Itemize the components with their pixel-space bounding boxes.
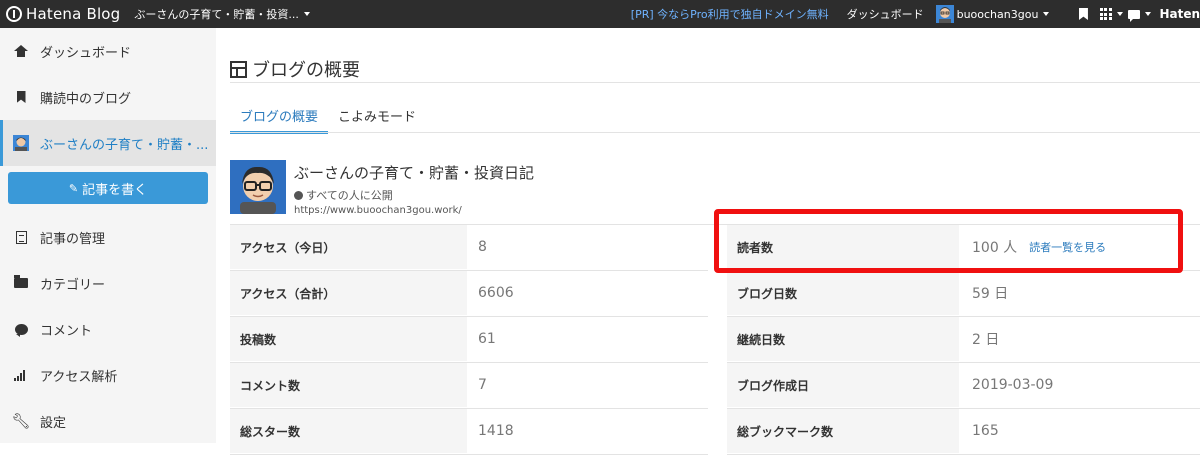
write-article-button[interactable]: ✎ 記事を書く (8, 172, 208, 204)
stat-label: アクセス（今日） (230, 225, 467, 269)
page-title-text: ブログの概要 (252, 60, 360, 81)
sidebar-item-settings[interactable]: 🔧︎ 設定 (0, 398, 216, 444)
globe-icon (294, 190, 303, 200)
comment-icon (14, 323, 28, 337)
stat-label: アクセス（合計） (230, 271, 467, 315)
apps-grid-icon (1099, 8, 1112, 20)
hatena-logo-icon (6, 6, 22, 22)
user-avatar (935, 5, 954, 23)
sidebar-item-articles[interactable]: 記事の管理 (0, 214, 216, 260)
stat-value: 2 日 (972, 332, 1000, 348)
table-row: 投稿数 61 継続日数 2 日 (230, 317, 1200, 363)
caret-down-icon (1144, 12, 1151, 16)
stat-label: 継続日数 (727, 317, 959, 361)
sidebar-item-label: 購読中のブログ (40, 91, 132, 107)
dashboard-link[interactable]: ダッシュボード (847, 6, 924, 22)
notification-button[interactable] (1125, 0, 1153, 28)
visibility-status: すべての人に公開 (294, 187, 534, 203)
sidebar-item-comments[interactable]: コメント (0, 306, 216, 352)
stat-value: 1418 (478, 423, 514, 439)
blog-avatar-icon (13, 135, 29, 151)
apps-button[interactable] (1097, 0, 1125, 28)
avatar (230, 160, 286, 214)
sidebar-item-label: アクセス解析 (40, 369, 118, 385)
tab-bar: ブログの概要 こよみモード (230, 106, 426, 134)
bookmark-button[interactable] (1069, 0, 1097, 28)
stat-label: 投稿数 (230, 317, 467, 361)
sidebar-item-label: コメント (40, 323, 93, 339)
write-article-label: 記事を書く (82, 182, 148, 198)
caret-down-icon (1116, 12, 1123, 16)
sidebar-item-analytics[interactable]: アクセス解析 (0, 352, 216, 398)
blog-name[interactable]: ぶーさんの子育て・貯蓄・投資日記 (294, 162, 534, 183)
divider (230, 82, 1200, 83)
sidebar-item-label: カテゴリー (40, 277, 106, 293)
home-icon (14, 45, 28, 57)
sidebar-item-current-blog[interactable]: ぶーさんの子育て・貯蓄・... (0, 120, 216, 166)
notification-icon (1127, 9, 1140, 22)
bookmark-icon (1078, 8, 1088, 20)
table-row: コメント数 7 ブログ作成日 2019-03-09 (230, 363, 1200, 409)
overview-icon (230, 60, 247, 78)
sidebar-item-subscriptions[interactable]: 購読中のブログ (0, 74, 216, 120)
caret-down-icon (1043, 12, 1050, 16)
sidebar-item-categories[interactable]: カテゴリー (0, 260, 216, 306)
chart-bars-icon (14, 369, 28, 381)
sidebar-item-label: ぶーさんの子育て・貯蓄・... (40, 137, 209, 153)
username: buoochan3gou (956, 7, 1039, 21)
pro-promo-link[interactable]: [PR] 今ならPro利用で独自ドメイン無料 (631, 6, 829, 22)
edit-icon: ✎ (68, 181, 79, 195)
sidebar-item-dashboard[interactable]: ダッシュボード (0, 28, 216, 74)
stat-value: 2019-03-09 (972, 377, 1054, 393)
visibility-label: すべての人に公開 (306, 189, 393, 202)
tab-calendar-mode[interactable]: こよみモード (328, 106, 426, 134)
sidebar-item-label: 記事の管理 (40, 231, 106, 247)
stat-value: 59 日 (972, 286, 1009, 302)
divider (230, 132, 1200, 133)
stat-value: 6606 (478, 285, 514, 301)
logo-text: Hatena Blog (26, 5, 121, 23)
blog-meta: ぶーさんの子育て・貯蓄・投資日記 すべての人に公開 https://www.bu… (294, 160, 534, 216)
stat-label: ブログ作成日 (727, 363, 959, 407)
tab-overview[interactable]: ブログの概要 (230, 106, 329, 134)
stat-value: 7 (478, 377, 487, 393)
sidebar-item-label: 設定 (40, 415, 67, 431)
folder-icon (14, 275, 28, 288)
blog-info: ぶーさんの子育て・貯蓄・投資日記 すべての人に公開 https://www.bu… (230, 160, 534, 216)
page-title: ブログの概要 (230, 56, 360, 82)
stat-label: 総スター数 (230, 409, 467, 453)
user-menu[interactable]: buoochan3gou (935, 5, 1050, 23)
caret-down-icon (303, 12, 310, 16)
stat-label: ブログ日数 (727, 271, 959, 315)
stat-label: 総ブックマーク数 (727, 409, 959, 453)
stat-value: 61 (478, 331, 496, 347)
document-icon (15, 230, 27, 244)
hatena-blog-logo[interactable]: Hatena Blog (6, 5, 120, 23)
top-bar: Hatena Blog ぶーさんの子育て・貯蓄・投資... [PR] 今ならPr… (0, 0, 1200, 28)
stat-value: 165 (972, 423, 999, 439)
highlight-annotation (714, 209, 1183, 273)
stat-label: コメント数 (230, 363, 467, 407)
bookmark-icon (16, 91, 26, 103)
sidebar: ダッシュボード 購読中のブログ ぶーさんの子育て・貯蓄・... ✎ 記事を書く … (0, 28, 216, 443)
wrench-icon: 🔧︎ (11, 411, 31, 430)
blog-url[interactable]: https://www.buoochan3gou.work/ (294, 205, 534, 216)
blog-selector-label: ぶーさんの子育て・貯蓄・投資... (134, 8, 299, 21)
sidebar-item-label: ダッシュボード (40, 45, 132, 61)
hatena-menu[interactable]: Haten (1159, 7, 1200, 21)
table-row: アクセス（合計） 6606 ブログ日数 59 日 (230, 271, 1200, 317)
table-row: 総スター数 1418 総ブックマーク数 165 (230, 409, 1200, 455)
blog-selector[interactable]: ぶーさんの子育て・貯蓄・投資... (134, 6, 310, 22)
stat-value: 8 (478, 239, 487, 255)
